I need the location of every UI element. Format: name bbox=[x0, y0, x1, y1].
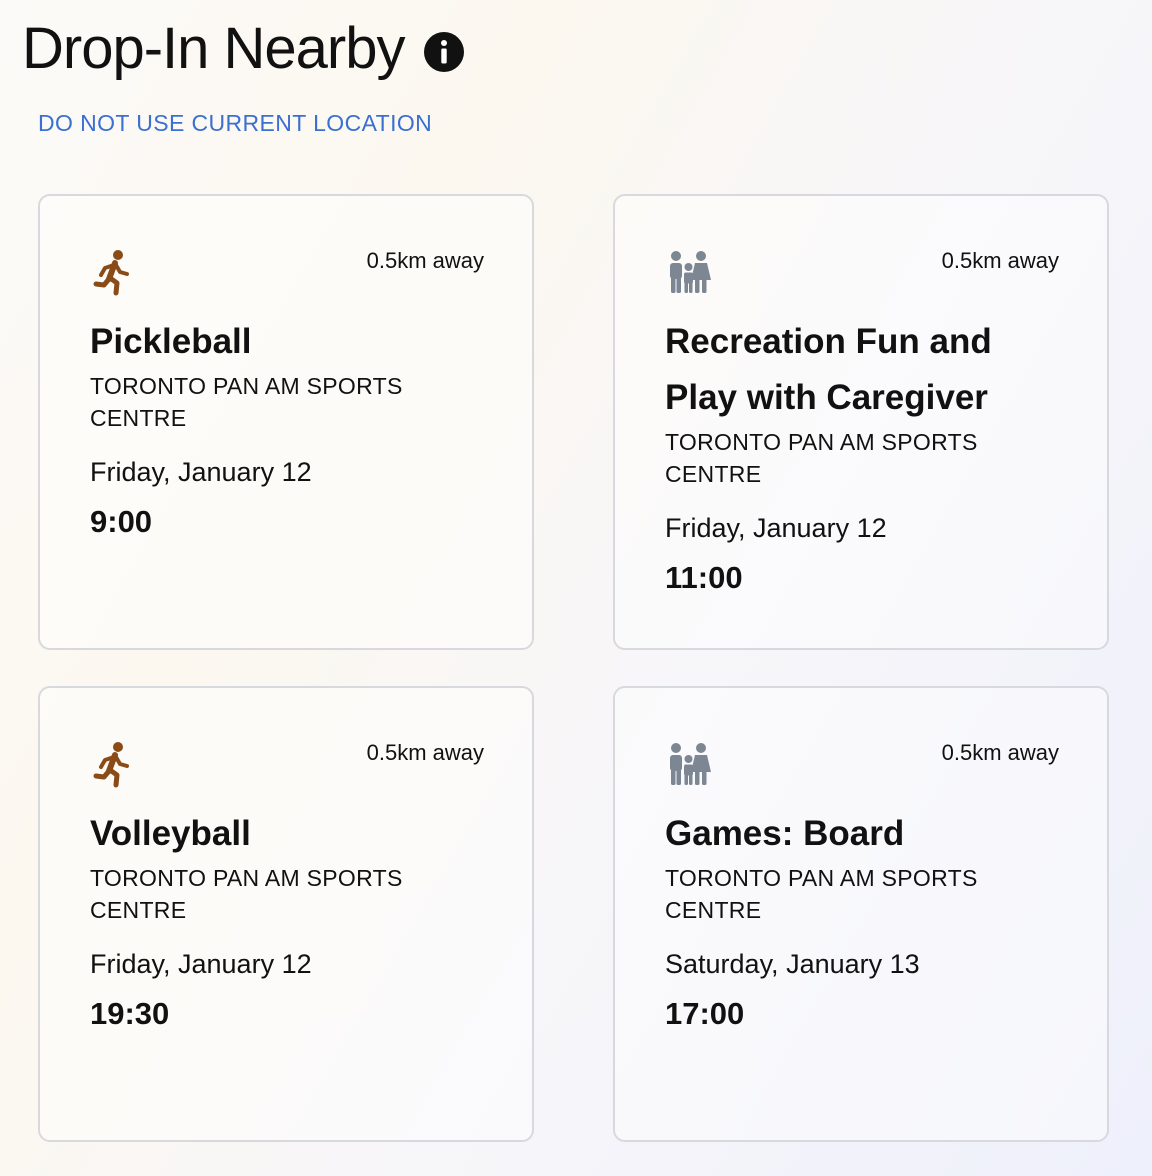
time-label: 11:00 bbox=[665, 560, 743, 595]
dropin-card-games-board[interactable]: 0.5km away Games: Board TORONTO PAN AM S… bbox=[613, 686, 1109, 1142]
dropin-card-volleyball[interactable]: 0.5km away Volleyball TORONTO PAN AM SPO… bbox=[38, 686, 534, 1142]
date-label: Saturday, January 13 bbox=[665, 949, 920, 979]
activity-title: Pickleball bbox=[90, 322, 252, 361]
date-label: Friday, January 12 bbox=[90, 949, 312, 979]
venue-label: TORONTO PAN AM SPORTS CENTRE bbox=[665, 865, 978, 923]
running-person-icon bbox=[93, 250, 129, 296]
activity-title: Volleyball bbox=[90, 814, 251, 853]
distance-label: 0.5km away bbox=[941, 740, 1059, 765]
dropin-card-recreation-fun[interactable]: 0.5km away Recreation Fun and Play with … bbox=[613, 194, 1109, 650]
date-label: Friday, January 12 bbox=[665, 513, 887, 543]
activity-title: Recreation Fun and Play with Caregiver bbox=[665, 322, 992, 417]
activity-title: Games: Board bbox=[665, 814, 905, 853]
distance-label: 0.5km away bbox=[941, 248, 1059, 273]
info-icon[interactable] bbox=[424, 32, 465, 72]
date-label: Friday, January 12 bbox=[90, 457, 312, 487]
family-icon bbox=[670, 251, 711, 293]
family-icon bbox=[670, 743, 711, 785]
dropin-card-pickleball[interactable]: 0.5km away Pickleball TORONTO PAN AM SPO… bbox=[38, 194, 534, 650]
time-label: 19:30 bbox=[90, 996, 170, 1031]
page-title: Drop-In Nearby bbox=[22, 16, 405, 81]
time-label: 17:00 bbox=[665, 996, 745, 1031]
do-not-use-location-link[interactable]: DO NOT USE CURRENT LOCATION bbox=[38, 110, 432, 137]
page-header: Drop-In Nearby bbox=[22, 14, 465, 84]
distance-label: 0.5km away bbox=[366, 248, 484, 273]
venue-label: TORONTO PAN AM SPORTS CENTRE bbox=[90, 865, 403, 923]
venue-label: TORONTO PAN AM SPORTS CENTRE bbox=[90, 373, 403, 431]
venue-label: TORONTO PAN AM SPORTS CENTRE bbox=[665, 429, 978, 487]
distance-label: 0.5km away bbox=[366, 740, 484, 765]
time-label: 9:00 bbox=[90, 504, 153, 539]
running-person-icon bbox=[93, 742, 129, 788]
